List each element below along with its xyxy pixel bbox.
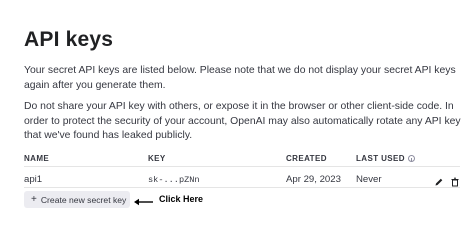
column-header-key: KEY [148,154,166,163]
key-created: Apr 29, 2023 [286,174,341,185]
row-divider [24,187,460,188]
description-paragraph: Your secret API keys are listed below. P… [24,65,456,91]
key-name: api1 [24,174,43,185]
trash-icon[interactable] [450,174,460,192]
pencil-icon[interactable] [434,174,444,192]
key-last-used: Never [356,174,382,185]
column-header-created: CREATED [286,154,327,163]
create-new-secret-key-button[interactable]: + Create new secret key [24,191,130,208]
column-header-name: NAME [24,154,50,163]
last-used-label: LAST USED [356,154,405,163]
column-header-last-used: LAST USED [356,154,415,163]
key-value: sk-...pZNn [148,175,200,185]
info-icon[interactable] [407,155,415,162]
arrow-left-icon [134,194,154,212]
click-here-annotation: Click Here [159,194,204,204]
header-divider [24,166,460,167]
create-button-label: Create new secret key [40,194,127,205]
warning-paragraph: Do not share your API key with others, o… [24,101,461,141]
page-title: API keys [24,28,114,51]
plus-icon: + [31,194,37,205]
